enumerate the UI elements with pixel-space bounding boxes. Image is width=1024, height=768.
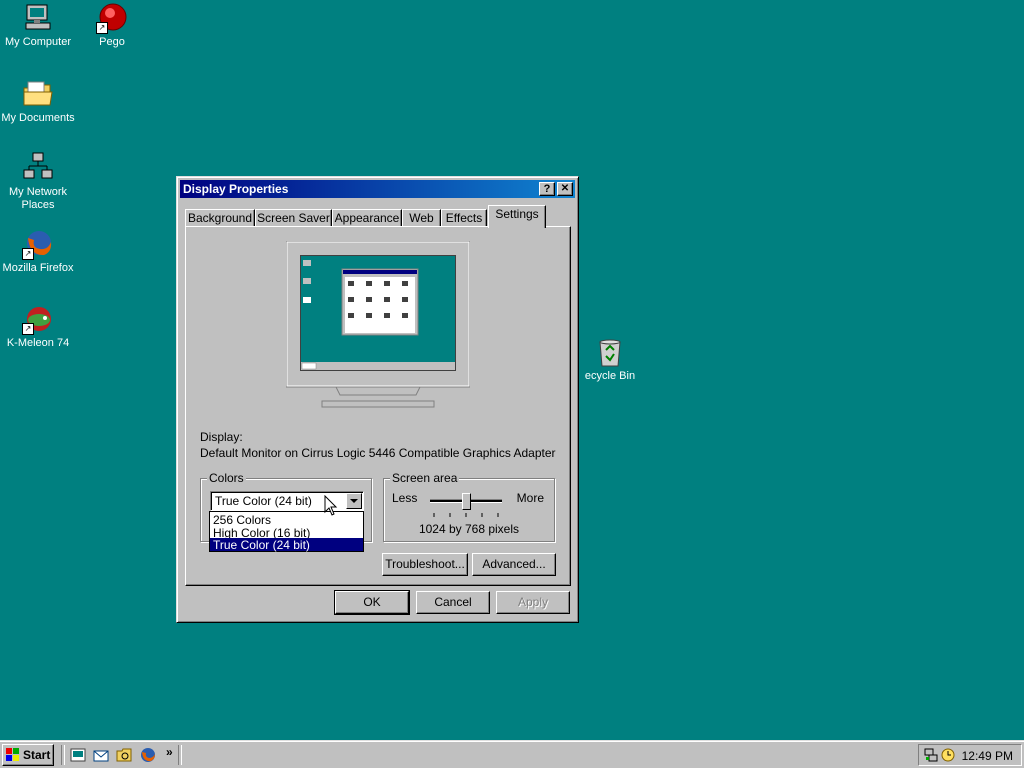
slider-thumb[interactable] xyxy=(462,493,471,510)
display-adapter-text: Default Monitor on Cirrus Logic 5446 Com… xyxy=(200,446,556,460)
colors-dropdown-list: 256 Colors High Color (16 bit) True Colo… xyxy=(209,511,364,552)
tab-settings[interactable]: Settings xyxy=(488,205,546,228)
screen-resolution-text: 1024 by 768 pixels xyxy=(418,522,520,536)
show-desktop-icon[interactable] xyxy=(70,747,86,763)
taskbar-divider xyxy=(178,745,182,765)
desktop-icon-pego[interactable]: ↗ Pego xyxy=(74,2,150,49)
explorer-icon[interactable] xyxy=(116,747,132,763)
network-tray-icon[interactable] xyxy=(923,747,939,763)
colors-legend: Colors xyxy=(207,471,246,485)
shortcut-arrow-icon: ↗ xyxy=(22,323,34,335)
apply-button[interactable]: Apply xyxy=(496,591,570,614)
desktop-icon-my-computer[interactable]: My Computer xyxy=(0,2,76,49)
shortcut-arrow-icon: ↗ xyxy=(22,248,34,260)
computer-icon xyxy=(22,2,54,34)
cancel-button[interactable]: Cancel xyxy=(416,591,490,614)
dropdown-option[interactable]: 256 Colors xyxy=(213,513,271,527)
tab-effects[interactable]: Effects xyxy=(441,209,487,227)
chevron-down-icon xyxy=(350,499,358,503)
desktop-icon-my-network-places[interactable]: My Network Places xyxy=(0,152,76,212)
kmeleon-icon: ↗ xyxy=(22,303,54,335)
troubleshoot-button[interactable]: Troubleshoot... xyxy=(382,553,468,576)
monitor-preview xyxy=(285,240,471,411)
display-label: Display: xyxy=(200,430,243,444)
tab-web[interactable]: Web xyxy=(402,209,441,227)
title-bar[interactable]: Display Properties ? ✕ xyxy=(180,180,575,198)
desktop-icon-label: My Documents xyxy=(1,112,75,124)
colors-select[interactable]: True Color (24 bit) xyxy=(210,491,364,511)
desktop-icon-label: My Computer xyxy=(4,36,72,48)
mouse-cursor-icon xyxy=(324,495,338,516)
network-icon xyxy=(22,152,54,184)
folder-icon xyxy=(22,78,54,110)
windows-logo-icon xyxy=(6,748,19,761)
slider-less-label: Less xyxy=(392,491,418,505)
screen-area-slider[interactable] xyxy=(430,493,502,517)
screen-area-legend: Screen area xyxy=(390,471,460,485)
desktop-icon-recycle-bin[interactable]: ecycle Bin xyxy=(572,336,648,383)
desktop-icon-label: My Network Places xyxy=(8,186,68,211)
help-button[interactable]: ? xyxy=(539,182,555,196)
start-label: Start xyxy=(23,748,51,762)
dropdown-option-selected[interactable]: True Color (24 bit) xyxy=(210,538,363,552)
tab-screen-saver[interactable]: Screen Saver xyxy=(255,209,332,227)
desktop-icon-label: Mozilla Firefox xyxy=(2,262,74,274)
start-button[interactable]: Start xyxy=(2,744,54,766)
tab-background[interactable]: Background xyxy=(185,209,255,227)
desktop-icon-firefox[interactable]: ↗ Mozilla Firefox xyxy=(0,228,76,275)
ok-button[interactable]: OK xyxy=(334,590,410,615)
settings-panel: Display: Default Monitor on Cirrus Logic… xyxy=(185,226,571,586)
window-title: Display Properties xyxy=(183,182,289,196)
firefox-quicklaunch-icon[interactable] xyxy=(140,747,156,763)
recycle-bin-icon xyxy=(594,336,626,368)
screen-area-group: Screen area Less More 1024 by 768 pixels xyxy=(383,471,555,542)
system-tray: 12:49 PM xyxy=(918,744,1022,766)
desktop-icon-label: Pego xyxy=(99,36,125,48)
taskbar: Start » 12:49 PM xyxy=(0,740,1024,768)
desktop-icon-k-meleon[interactable]: ↗ K-Meleon 74 xyxy=(0,303,76,350)
firefox-icon: ↗ xyxy=(22,228,54,260)
outlook-express-icon[interactable] xyxy=(93,747,109,763)
desktop-icon-label: ecycle Bin xyxy=(584,370,636,382)
desktop-icon-label: K-Meleon 74 xyxy=(6,337,70,349)
shortcut-arrow-icon: ↗ xyxy=(96,22,108,34)
scheduler-tray-icon[interactable] xyxy=(940,747,956,763)
advanced-button[interactable]: Advanced... xyxy=(472,553,556,576)
slider-more-label: More xyxy=(516,491,544,505)
dropdown-arrow-button[interactable] xyxy=(346,493,362,509)
tab-appearance[interactable]: Appearance xyxy=(332,209,402,227)
desktop-icon-my-documents[interactable]: My Documents xyxy=(0,78,76,125)
quicklaunch-chevron[interactable]: » xyxy=(166,745,173,759)
taskbar-divider xyxy=(61,745,65,765)
colors-select-value: True Color (24 bit) xyxy=(215,494,312,508)
pego-icon: ↗ xyxy=(96,2,128,34)
display-properties-window: Display Properties ? ✕ Background Screen… xyxy=(176,176,579,623)
close-button[interactable]: ✕ xyxy=(557,182,573,196)
clock[interactable]: 12:49 PM xyxy=(962,749,1013,763)
